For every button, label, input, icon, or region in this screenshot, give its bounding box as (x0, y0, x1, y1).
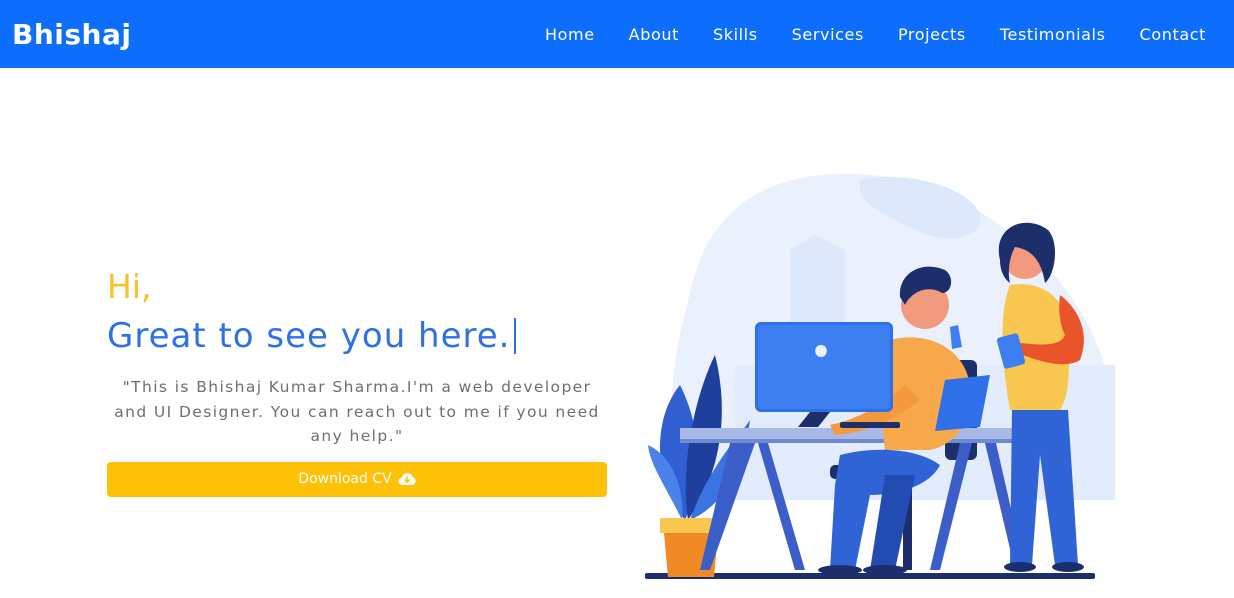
hero-illustration (645, 173, 1115, 579)
hero-text: Hi, Great to see you here. "This is Bhis… (107, 265, 607, 497)
nav-link-testimonials[interactable]: Testimonials (1000, 25, 1106, 44)
woman-shoe (1052, 562, 1084, 572)
brand-logo[interactable]: Bhishaj (12, 18, 131, 51)
navbar: Bhishaj Home About Skills Services Proje… (0, 0, 1234, 68)
headline: Great to see you here. (107, 311, 607, 361)
typing-cursor (514, 318, 517, 354)
nav-link-about[interactable]: About (629, 25, 679, 44)
nav-link-home[interactable]: Home (545, 25, 595, 44)
keyboard (840, 422, 900, 428)
intro-text: "This is Bhishaj Kumar Sharma.I'm a web … (114, 378, 600, 445)
woman-shoe (1004, 562, 1036, 572)
nav-link-projects[interactable]: Projects (898, 25, 966, 44)
download-cv-button[interactable]: Download CV (107, 461, 607, 497)
download-cv-label: Download CV (298, 471, 392, 487)
apple-logo (815, 345, 827, 357)
nav-menu: Home About Skills Services Projects Test… (545, 25, 1222, 44)
greeting: Hi, (107, 267, 152, 306)
cloud-download-icon (398, 473, 416, 485)
monitor-shine (758, 325, 890, 409)
man-shoe (863, 565, 907, 575)
headline-text: Great to see you here. (107, 316, 511, 356)
desk-edge (680, 439, 1040, 443)
nav-link-services[interactable]: Services (792, 25, 864, 44)
nav-link-contact[interactable]: Contact (1140, 25, 1206, 44)
nav-link-skills[interactable]: Skills (713, 25, 758, 44)
man-shoe (818, 565, 862, 575)
